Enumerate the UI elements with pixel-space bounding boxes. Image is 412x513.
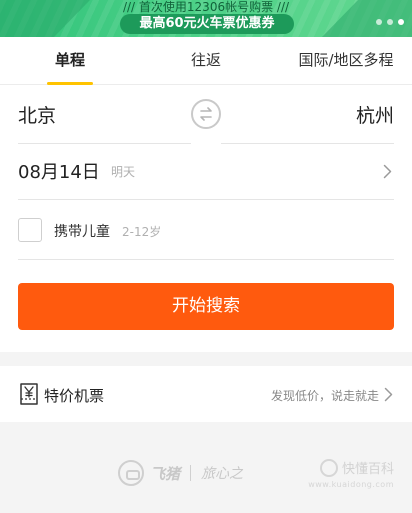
banner-dot-active (398, 19, 404, 25)
tab-one-way[interactable]: 单程 (30, 37, 110, 85)
footer: 飞猪 旅心之 快懂百科 www.kuaidong.com (0, 422, 412, 513)
special-fares-label: 特价机票 (44, 387, 105, 405)
search-card: 单程 往返 国际/地区多程 北京 杭州 08月14日 明天 携带儿童 2-12岁… (0, 37, 412, 352)
banner-headline: /// 首次使用12306帐号购票 /// (122, 0, 290, 14)
search-button[interactable]: 开始搜索 (18, 283, 394, 330)
arrival-city[interactable]: 杭州 (356, 101, 394, 128)
tab-label: 单程 (54, 51, 85, 69)
tab-active-indicator (47, 82, 93, 85)
brand-name: 飞猪 (150, 464, 181, 483)
child-age-hint: 2-12岁 (122, 225, 162, 239)
special-fares-hint: 发现低价，说走就走 (270, 389, 379, 403)
special-fares-row[interactable]: 特价机票 发现低价，说走就走 (0, 366, 412, 422)
banner-dot (387, 19, 393, 25)
pig-logo-icon (118, 460, 144, 486)
departure-date-picker[interactable]: 08月14日 明天 (18, 144, 394, 200)
child-label: 携带儿童 (54, 224, 110, 240)
watermark-icon (319, 458, 338, 477)
banner-pagination (376, 19, 404, 25)
ticket-icon (20, 383, 38, 405)
tab-label: 国际/地区多程 (298, 51, 394, 69)
date-relative-hint: 明天 (111, 165, 136, 179)
banner-promo-pill: 最高60元火车票优惠券 (120, 14, 294, 34)
chevron-right-icon (384, 387, 393, 402)
chevron-right-icon (383, 164, 392, 179)
brand-separator (190, 465, 192, 481)
tab-label: 往返 (190, 51, 221, 69)
watermark: 快懂百科 (319, 458, 394, 477)
tab-round-trip[interactable]: 往返 (166, 37, 246, 85)
departure-city[interactable]: 北京 (18, 101, 56, 128)
child-option-row: 携带儿童 2-12岁 (18, 200, 394, 260)
promo-banner[interactable]: /// 首次使用12306帐号购票 /// 最高60元火车票优惠券 (0, 0, 412, 37)
child-checkbox[interactable] (18, 218, 42, 242)
watermark-text: 快懂百科 (341, 462, 394, 477)
watermark-url: www.kuaidong.com (308, 480, 394, 489)
trip-type-tabs: 单程 往返 国际/地区多程 (0, 37, 412, 85)
brand-slogan: 旅心之 (201, 466, 244, 482)
swap-icon (200, 107, 212, 121)
brand-logo: 飞猪 旅心之 (118, 460, 243, 486)
tab-multi-city[interactable]: 国际/地区多程 (286, 37, 406, 85)
banner-dot (376, 19, 382, 25)
swap-cities-button[interactable] (191, 99, 221, 129)
departure-date: 08月14日 (18, 162, 100, 183)
